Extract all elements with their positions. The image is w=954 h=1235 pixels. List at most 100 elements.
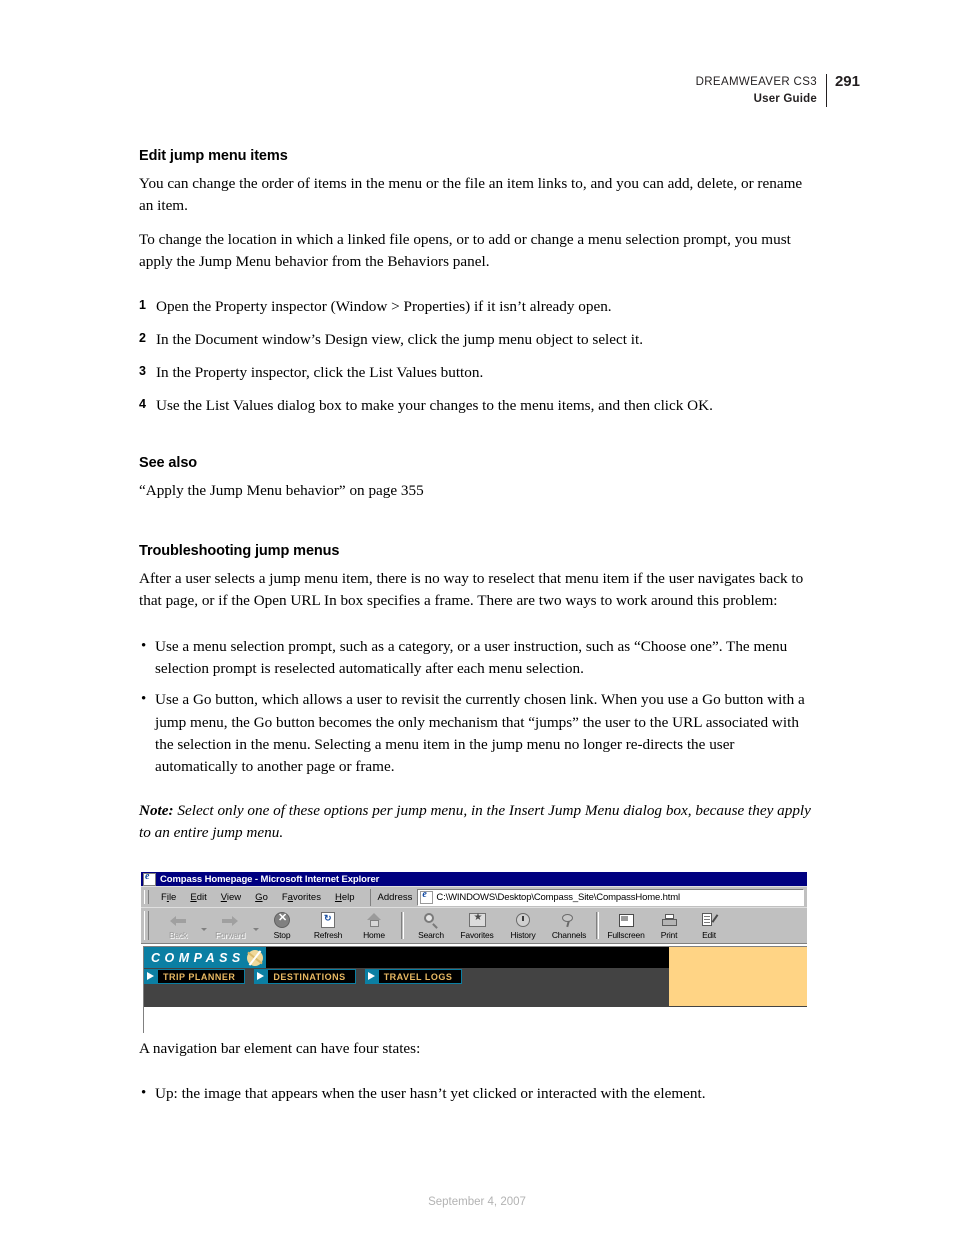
toolbar-button-home[interactable]: Home	[351, 908, 397, 943]
edit-icon	[702, 912, 719, 929]
toolbar-label: Edit	[702, 929, 716, 940]
paragraph-states-intro: A navigation bar element can have four s…	[139, 1040, 421, 1057]
toolbar-separator	[401, 912, 404, 939]
menu-item-favorites[interactable]: Favorites	[275, 892, 328, 903]
flag-marker-icon	[255, 970, 269, 983]
toolbar-label: Refresh	[313, 929, 343, 940]
nav-button-destinations[interactable]: DESTINATIONS	[254, 969, 356, 984]
page-accent-block	[669, 947, 807, 1006]
step-text: In the Document window’s Design view, cl…	[156, 331, 644, 349]
toolbar-button-channels[interactable]: Channels	[546, 908, 592, 943]
stop-icon: ✕	[274, 912, 290, 929]
home-icon	[366, 912, 382, 929]
document-content-column-lower: A navigation bar element can have four s…	[139, 1038, 814, 1115]
menu-item-edit[interactable]: Edit	[183, 892, 213, 903]
browser-client-area: COMPASS TRIP PLANNER DESTINATIONS TRAVEL…	[141, 943, 807, 1033]
fullscreen-icon	[618, 912, 634, 929]
list-item: • Up: the image that appears when the us…	[139, 1083, 814, 1105]
step-text: Use the List Values dialog box to make y…	[156, 397, 713, 415]
compass-logo-text: COMPASS	[151, 950, 245, 965]
toolbar-button-refresh[interactable]: ↻ Refresh	[305, 908, 351, 943]
toolbar-button-stop[interactable]: ✕ Stop	[259, 908, 305, 943]
bullet-icon: •	[141, 691, 147, 708]
toolbar-button-history[interactable]: History	[500, 908, 546, 943]
list-item: • Use a Go button, which allows a user t…	[139, 689, 814, 778]
browser-menu-bar: File Edit View Go Favorites Help	[154, 892, 362, 903]
toolbar-drag-grip[interactable]	[144, 890, 149, 904]
menu-item-go[interactable]: Go	[248, 892, 275, 903]
bullet-text: Up: the image that appears when the user…	[155, 1085, 706, 1103]
step-text: In the Property inspector, click the Lis…	[156, 364, 484, 382]
toolbar-label: Channels	[551, 929, 587, 940]
note-body-text: Select only one of these options per jum…	[139, 801, 811, 841]
header-text-block: DREAMWEAVER CS3 User Guide	[696, 74, 826, 107]
compass-logo[interactable]: COMPASS	[144, 947, 266, 968]
paragraph-troubleshooting-intro: After a user selects a jump menu item, t…	[139, 569, 804, 610]
menu-item-help[interactable]: Help	[328, 892, 362, 903]
header-product-name: DREAMWEAVER CS3	[695, 76, 817, 88]
address-bar: Address C:\WINDOWS\Desktop\Compass_Site\…	[369, 888, 807, 906]
browser-menu-and-address-row: File Edit View Go Favorites Help Address…	[141, 886, 807, 907]
step-number: 4	[139, 397, 146, 412]
toolbar-drag-grip[interactable]	[144, 911, 149, 940]
nav-button-trip-planner[interactable]: TRIP PLANNER	[144, 969, 246, 984]
address-bar-label: Address	[377, 891, 413, 903]
toolbar-button-forward[interactable]: Forward	[207, 908, 253, 943]
internet-explorer-window: Compass Homepage - Microsoft Internet Ex…	[139, 871, 807, 1033]
header-divider-rule	[825, 74, 827, 108]
flag-marker-icon	[365, 970, 379, 983]
heading-edit-jump-menu-items: Edit jump menu items	[139, 148, 288, 164]
heading-see-also: See also	[139, 454, 198, 471]
toolbar-button-favorites[interactable]: ★ Favorites	[454, 908, 500, 943]
toolbar-separator	[596, 912, 599, 939]
menu-item-view[interactable]: View	[214, 892, 248, 903]
page-favicon-icon	[420, 890, 434, 904]
toolbar-button-fullscreen[interactable]: Fullscreen	[603, 908, 649, 943]
refresh-icon: ↻	[321, 912, 335, 929]
heading-troubleshooting-jump-menus: Troubleshooting jump menus	[139, 542, 340, 559]
nav-button-travel-logs[interactable]: TRAVEL LOGS	[364, 969, 463, 984]
nav-button-label: TRIP PLANNER	[163, 971, 236, 982]
note-label: Note:	[139, 801, 174, 819]
page-body-whitespace	[143, 1025, 807, 1033]
step-number: 1	[139, 298, 146, 313]
list-item: 4 Use the List Values dialog box to make…	[139, 395, 814, 417]
step-number: 2	[139, 331, 146, 346]
step-number: 3	[139, 364, 146, 379]
browser-title-bar: Compass Homepage - Microsoft Internet Ex…	[141, 871, 807, 886]
browser-window-title: Compass Homepage - Microsoft Internet Ex…	[160, 873, 380, 885]
toolbar-label: Fullscreen	[607, 929, 645, 940]
bullet-text: Use a menu selection prompt, such as a c…	[155, 637, 788, 677]
toolbar-label: History	[510, 929, 536, 940]
toolbar-button-search[interactable]: Search	[408, 908, 454, 943]
internet-explorer-icon	[143, 871, 156, 886]
troubleshooting-bullet-list: • Use a menu selection prompt, such as a…	[139, 636, 814, 779]
list-item: 2 In the Document window’s Design view, …	[139, 329, 814, 351]
toolbar-label: Forward	[215, 929, 245, 940]
toolbar-button-edit[interactable]: Edit	[689, 908, 729, 943]
list-item: 1 Open the Property inspector (Window > …	[139, 296, 814, 318]
toolbar-button-back[interactable]: Back	[155, 908, 201, 943]
browser-toolbar: Back Forward ✕ Stop ↻ Refresh Home Searc…	[141, 907, 807, 943]
toolbar-label: Back	[168, 929, 188, 940]
search-icon	[424, 912, 438, 929]
address-input[interactable]: C:\WINDOWS\Desktop\Compass_Site\CompassH…	[417, 888, 804, 906]
note-paragraph: Note: Select only one of these options p…	[139, 800, 814, 845]
back-arrow-icon	[170, 912, 186, 929]
toolbar-button-print[interactable]: Print	[649, 908, 689, 943]
toolbar-label: Home	[363, 929, 385, 940]
figure-browser-screenshot: Compass Homepage - Microsoft Internet Ex…	[139, 871, 809, 1033]
step-text: Open the Property inspector (Window > Pr…	[156, 298, 612, 316]
toolbar-label: Stop	[273, 929, 291, 940]
toolbar-label: Print	[660, 929, 678, 940]
header-guide-label: User Guide	[753, 92, 817, 105]
menu-item-file[interactable]: File	[154, 892, 183, 903]
nav-button-label: DESTINATIONS	[273, 971, 346, 982]
navigation-states-bullet-list: • Up: the image that appears when the us…	[139, 1083, 814, 1105]
page-footer-date: September 4, 2007	[428, 1196, 526, 1208]
see-also-cross-reference[interactable]: “Apply the Jump Menu behavior” on page 3…	[139, 480, 814, 502]
page-running-header: DREAMWEAVER CS3 User Guide 291	[696, 74, 860, 108]
nav-button-label: TRAVEL LOGS	[383, 971, 453, 982]
